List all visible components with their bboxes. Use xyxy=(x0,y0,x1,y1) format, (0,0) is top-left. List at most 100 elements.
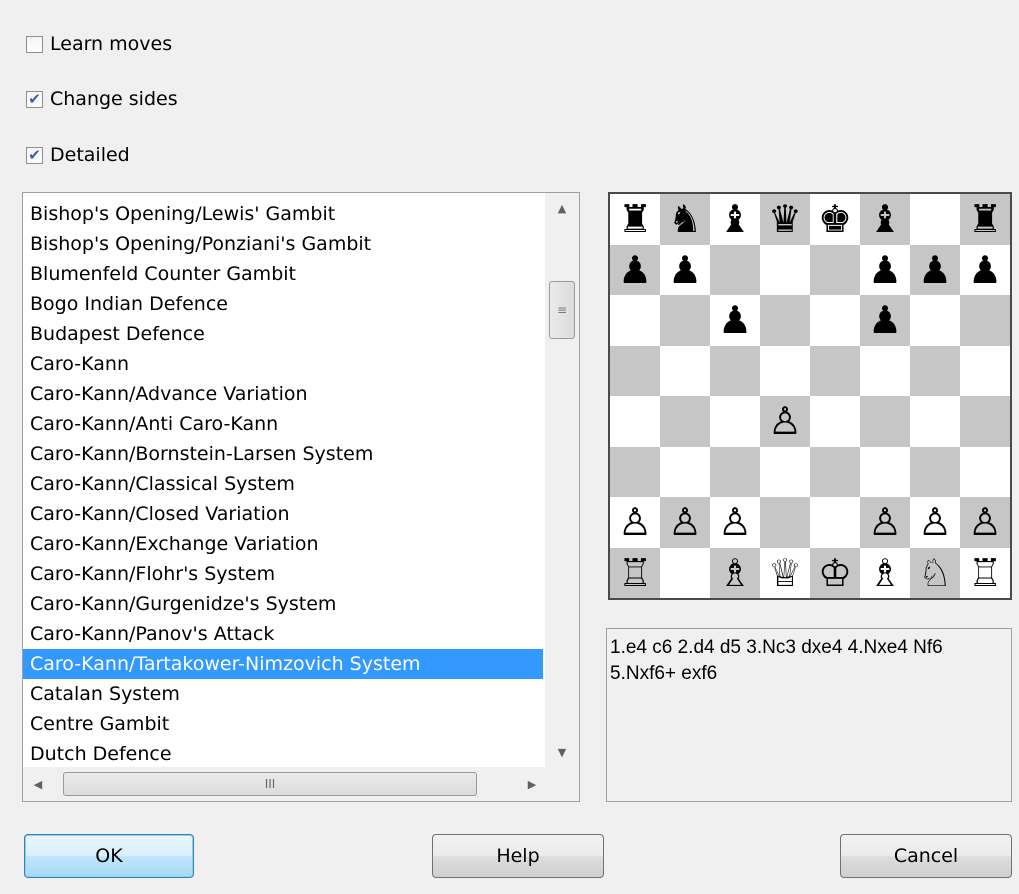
list-item[interactable]: Caro-Kann/Exchange Variation xyxy=(23,529,543,559)
grip-icon: ≡ xyxy=(556,303,568,317)
board-square: ♜ xyxy=(610,194,660,245)
board-square xyxy=(660,547,710,598)
list-item[interactable]: Bishop's Opening/Ponziani's Gambit xyxy=(23,229,543,259)
board-square xyxy=(810,497,860,548)
chess-piece-icon: ♙ xyxy=(617,500,653,545)
openings-listbox[interactable]: Bishop's Opening/Lewis' Gambit Bishop's O… xyxy=(22,192,580,802)
board-square: ♙ xyxy=(960,497,1010,548)
board-square: ♞ xyxy=(660,194,710,245)
horizontal-scrollbar[interactable]: ◀ III ▶ xyxy=(23,767,547,801)
board-square xyxy=(710,345,760,396)
detailed-checkbox[interactable]: ✔ Detailed xyxy=(26,142,130,168)
chess-piece-icon: ♟ xyxy=(867,298,903,343)
change-sides-checkbox[interactable]: ✔ Change sides xyxy=(26,86,178,112)
board-square xyxy=(910,295,960,346)
board-square: ♙ xyxy=(760,396,810,447)
board-square: ♛ xyxy=(760,194,810,245)
board-square xyxy=(610,295,660,346)
chess-piece-icon: ♝ xyxy=(717,197,753,242)
list-item[interactable]: Dutch Defence xyxy=(23,739,543,769)
list-item[interactable]: Caro-Kann/Gurgenidze's System xyxy=(23,589,543,619)
board-square: ♔ xyxy=(810,547,860,598)
board-square: ♝ xyxy=(860,194,910,245)
list-item[interactable]: Blumenfeld Counter Gambit xyxy=(23,259,543,289)
list-item[interactable]: Caro-Kann/Bornstein-Larsen System xyxy=(23,439,543,469)
learn-moves-label: Learn moves xyxy=(50,33,173,55)
scroll-up-icon[interactable]: ▲ xyxy=(545,193,579,223)
board-square: ♟ xyxy=(860,244,910,295)
board-square xyxy=(760,244,810,295)
chess-piece-icon: ♔ xyxy=(817,550,853,595)
grip-icon: III xyxy=(264,777,276,791)
scroll-right-icon[interactable]: ▶ xyxy=(517,767,547,801)
check-icon: ✔ xyxy=(28,145,41,164)
change-sides-label: Change sides xyxy=(50,88,178,110)
board-square xyxy=(660,396,710,447)
chess-piece-icon: ♙ xyxy=(967,500,1003,545)
board-square: ♗ xyxy=(710,547,760,598)
help-button[interactable]: Help xyxy=(432,834,604,878)
list-item[interactable]: Caro-Kann/Panov's Attack xyxy=(23,619,543,649)
list-item[interactable]: Caro-Kann/Flohr's System xyxy=(23,559,543,589)
chess-piece-icon: ♞ xyxy=(667,197,703,242)
chess-piece-icon: ♟ xyxy=(867,247,903,292)
list-item[interactable]: Bishop's Opening/Lewis' Gambit xyxy=(23,199,543,229)
board-square xyxy=(960,446,1010,497)
board-square xyxy=(860,345,910,396)
vertical-scrollbar[interactable]: ▲ ≡ ▼ xyxy=(545,193,579,767)
board-square: ♟ xyxy=(660,244,710,295)
chess-piece-icon: ♙ xyxy=(867,500,903,545)
cancel-button[interactable]: Cancel xyxy=(840,834,1012,878)
chess-piece-icon: ♙ xyxy=(717,500,753,545)
board-square xyxy=(660,295,710,346)
list-item[interactable]: Caro-Kann/Anti Caro-Kann xyxy=(23,409,543,439)
chess-piece-icon: ♖ xyxy=(967,550,1003,595)
vertical-scroll-thumb[interactable]: ≡ xyxy=(549,281,575,339)
list-item[interactable]: Bogo Indian Defence xyxy=(23,289,543,319)
list-item[interactable]: Centre Gambit xyxy=(23,709,543,739)
board-square: ♚ xyxy=(810,194,860,245)
list-item[interactable]: Caro-Kann xyxy=(23,349,543,379)
chess-piece-icon: ♟ xyxy=(667,247,703,292)
board-square: ♙ xyxy=(660,497,710,548)
checkbox-box[interactable]: ✔ xyxy=(26,145,43,164)
horizontal-scroll-thumb[interactable]: III xyxy=(63,772,477,796)
checkbox-box[interactable] xyxy=(26,35,43,53)
chess-piece-icon: ♙ xyxy=(667,500,703,545)
board-square: ♝ xyxy=(710,194,760,245)
board-square: ♙ xyxy=(610,497,660,548)
board-square: ♕ xyxy=(760,547,810,598)
board-square: ♟ xyxy=(710,295,760,346)
list-item-selected[interactable]: Caro-Kann/Tartakower-Nimzovich System xyxy=(23,649,543,679)
chess-piece-icon: ♘ xyxy=(917,550,953,595)
board-square xyxy=(810,446,860,497)
list-item[interactable]: Caro-Kann/Classical System xyxy=(23,469,543,499)
list-item[interactable]: Catalan System xyxy=(23,679,543,709)
board-square: ♖ xyxy=(610,547,660,598)
board-square xyxy=(960,345,1010,396)
list-item[interactable]: Caro-Kann/Advance Variation xyxy=(23,379,543,409)
chess-piece-icon: ♛ xyxy=(767,197,803,242)
scroll-down-icon[interactable]: ▼ xyxy=(545,737,579,767)
board-square xyxy=(810,345,860,396)
list-item[interactable]: Budapest Defence xyxy=(23,319,543,349)
chess-piece-icon: ♕ xyxy=(767,550,803,595)
chess-piece-icon: ♝ xyxy=(867,197,903,242)
board-square xyxy=(610,345,660,396)
board-square xyxy=(760,446,810,497)
list-item[interactable]: Caro-Kann/Closed Variation xyxy=(23,499,543,529)
chess-piece-icon: ♟ xyxy=(967,247,1003,292)
board-square xyxy=(810,295,860,346)
board-square xyxy=(710,244,760,295)
checkbox-box[interactable]: ✔ xyxy=(26,89,43,108)
check-icon: ✔ xyxy=(28,89,41,108)
scroll-left-icon[interactable]: ◀ xyxy=(23,767,53,801)
board-square xyxy=(610,446,660,497)
ok-button[interactable]: OK xyxy=(24,834,194,878)
chess-piece-icon: ♗ xyxy=(867,550,903,595)
board-square xyxy=(710,396,760,447)
board-square xyxy=(760,497,810,548)
board-square xyxy=(910,396,960,447)
learn-moves-checkbox[interactable]: Learn moves xyxy=(26,31,172,57)
chess-board: ♜ ♞ ♝ ♛ ♚ ♝ ♜ ♟ ♟ ♟ ♟ ♟ ♟ ♟ ♙ ♙ ♙ ♙ ♙ ♙ ♙ ♖ ♗ ♕ ♔ ♗ ♘ ♖ xyxy=(608,192,1012,600)
